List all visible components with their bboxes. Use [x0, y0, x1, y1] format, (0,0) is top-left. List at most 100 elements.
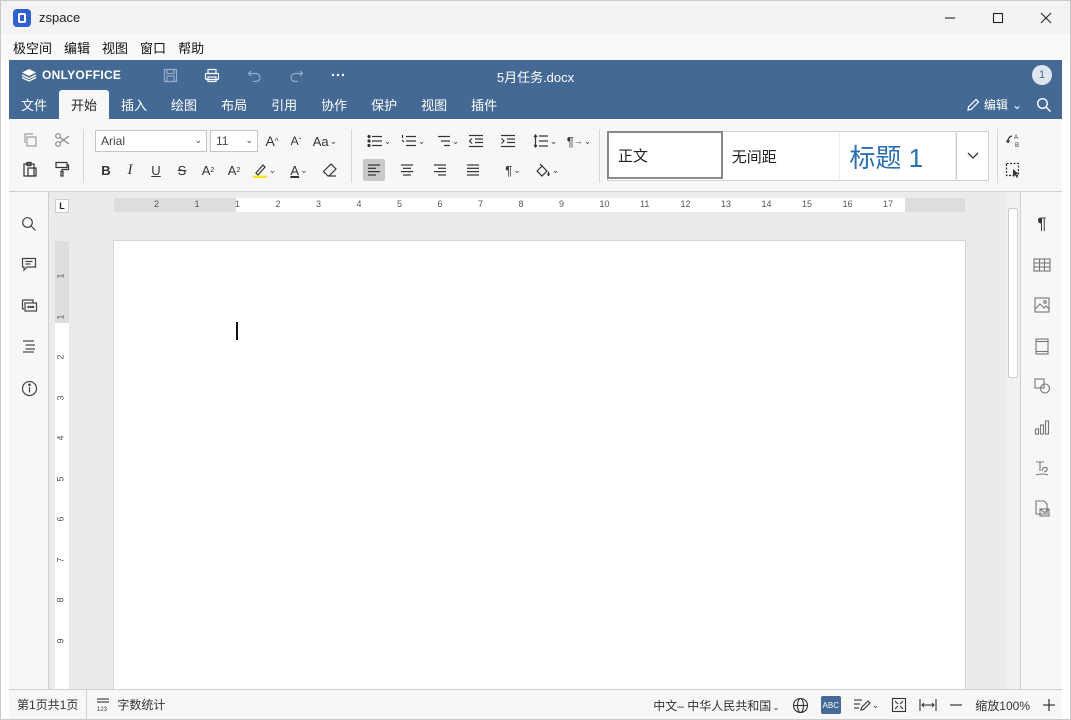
- tab-protection[interactable]: 保护: [359, 90, 409, 119]
- fit-page-icon[interactable]: [891, 697, 907, 713]
- eraser-icon[interactable]: [319, 159, 341, 181]
- print-icon[interactable]: [203, 66, 221, 84]
- tab-references[interactable]: 引用: [259, 90, 309, 119]
- chat-icon[interactable]: [19, 296, 39, 316]
- style-normal[interactable]: 正文: [607, 131, 723, 179]
- search-icon[interactable]: [1036, 97, 1052, 113]
- copy-style-icon[interactable]: AB: [1002, 130, 1024, 152]
- search-icon[interactable]: [19, 214, 39, 234]
- paragraph-settings-icon[interactable]: ¶: [1032, 214, 1052, 234]
- save-icon[interactable]: [161, 66, 179, 84]
- menu-item-help[interactable]: 帮助: [178, 38, 204, 57]
- bullet-list-button[interactable]: ⌄: [363, 130, 395, 152]
- chevron-down-icon[interactable]: [956, 132, 988, 180]
- format-painter-icon[interactable]: [51, 158, 73, 180]
- document-page[interactable]: [114, 241, 965, 689]
- vertical-ruler[interactable]: 1 1 2 3 4 5 6 7 8 9: [55, 241, 69, 689]
- menu-item-edit[interactable]: 编辑: [64, 38, 90, 57]
- font-color-button[interactable]: A ⌄: [283, 159, 315, 181]
- minimize-button[interactable]: [926, 1, 974, 34]
- menu-item-window[interactable]: 窗口: [140, 38, 166, 57]
- decrease-font-button[interactable]: Aˇ: [285, 130, 307, 152]
- copy-icon[interactable]: [19, 129, 41, 151]
- edit-mode-button[interactable]: 编辑 ⌄: [966, 96, 1022, 113]
- shape-settings-icon[interactable]: [1032, 376, 1052, 396]
- menu-item-view[interactable]: 视图: [102, 38, 128, 57]
- subscript-button[interactable]: A2: [223, 159, 245, 181]
- undo-icon[interactable]: [245, 66, 263, 84]
- highlight-button[interactable]: ⌄: [249, 159, 279, 181]
- font-name-value: Arial: [101, 134, 126, 148]
- mail-merge-icon[interactable]: [1032, 498, 1052, 518]
- vertical-scrollbar[interactable]: [1006, 192, 1020, 689]
- close-button[interactable]: [1022, 1, 1070, 34]
- superscript-button[interactable]: A2: [197, 159, 219, 181]
- track-changes-icon: [853, 699, 871, 711]
- align-right-icon[interactable]: [429, 159, 451, 181]
- text-art-icon[interactable]: [1032, 458, 1052, 478]
- tab-layout[interactable]: 布局: [209, 90, 259, 119]
- style-no-spacing[interactable]: 无间距: [723, 132, 841, 180]
- scissors-icon[interactable]: [51, 129, 73, 151]
- maximize-button[interactable]: [974, 1, 1022, 34]
- tab-draw[interactable]: 绘图: [159, 90, 209, 119]
- align-left-icon[interactable]: [363, 159, 385, 181]
- table-settings-icon[interactable]: [1032, 255, 1052, 275]
- zoom-in-icon[interactable]: [1042, 698, 1056, 712]
- spellcheck-icon[interactable]: ABC: [820, 696, 841, 714]
- tab-view[interactable]: 视图: [409, 90, 459, 119]
- nonprinting-characters-button[interactable]: ¶ ⌄: [497, 159, 529, 181]
- tab-file[interactable]: 文件: [9, 90, 59, 119]
- increase-indent-icon[interactable]: [497, 130, 519, 152]
- underline-button[interactable]: U: [145, 159, 167, 181]
- ruler-number: 3: [316, 199, 322, 209]
- ruler-number: 2: [154, 199, 160, 209]
- strikethrough-button[interactable]: S: [171, 159, 193, 181]
- info-icon[interactable]: [19, 378, 39, 398]
- justify-icon[interactable]: [462, 159, 484, 181]
- ruler-number: 1: [235, 199, 241, 209]
- navigation-icon[interactable]: [19, 336, 39, 356]
- decrease-indent-icon[interactable]: [465, 130, 487, 152]
- multilevel-list-button[interactable]: ⌄: [431, 130, 463, 152]
- increase-font-button[interactable]: A ^: [261, 130, 283, 152]
- editor-title-row: ONLYOFFICE 5月任务.docx 1: [9, 60, 1062, 90]
- comments-icon[interactable]: [19, 254, 39, 274]
- numbered-list-button[interactable]: ⌄: [397, 130, 429, 152]
- select-all-icon[interactable]: [1002, 159, 1024, 181]
- chart-settings-icon[interactable]: [1032, 417, 1052, 437]
- align-center-icon[interactable]: [396, 159, 418, 181]
- language-select[interactable]: 中文– 中华人民共和国⌄: [653, 697, 780, 714]
- tab-collaboration[interactable]: 协作: [309, 90, 359, 119]
- page-indicator[interactable]: 第1页共1页: [9, 689, 88, 719]
- horizontal-ruler[interactable]: 2 1 1 2 3 4 5 6 7 8 9 10 11 12 13 14 15 16 17: [114, 198, 965, 212]
- zoom-out-icon[interactable]: [949, 698, 963, 712]
- redo-icon[interactable]: [287, 66, 305, 84]
- header-footer-icon[interactable]: [1032, 336, 1052, 356]
- line-spacing-button[interactable]: ⌄: [529, 130, 561, 152]
- bold-button[interactable]: B: [95, 159, 117, 181]
- font-name-select[interactable]: Arial ⌄: [95, 130, 207, 152]
- image-settings-icon[interactable]: [1032, 295, 1052, 315]
- more-icon[interactable]: [329, 66, 347, 84]
- italic-button[interactable]: I: [119, 159, 141, 181]
- title-bar: zspace: [1, 1, 1070, 34]
- style-heading-1[interactable]: 标题 1: [840, 132, 957, 180]
- track-changes-button[interactable]: ⌄: [853, 697, 879, 713]
- globe-icon[interactable]: [792, 697, 809, 714]
- ruler-number: 3: [55, 394, 66, 401]
- fit-width-icon[interactable]: [919, 698, 937, 712]
- scrollbar-thumb[interactable]: [1008, 208, 1018, 378]
- tab-insert[interactable]: 插入: [109, 90, 159, 119]
- change-case-button[interactable]: Aa ⌄: [309, 130, 341, 152]
- word-count-button[interactable]: 123 字数统计: [87, 690, 173, 720]
- paste-icon[interactable]: [19, 158, 41, 180]
- menu-item-zspace[interactable]: 极空间: [13, 38, 52, 57]
- user-count-badge[interactable]: 1: [1032, 65, 1052, 85]
- paragraph-direction-button[interactable]: ¶ → ⌄: [563, 130, 595, 152]
- shading-button[interactable]: ⌄: [531, 159, 563, 181]
- tab-stop-selector[interactable]: L: [55, 199, 69, 213]
- font-size-select[interactable]: 11 ⌄: [210, 130, 258, 152]
- tab-home[interactable]: 开始: [59, 90, 110, 119]
- tab-plugins[interactable]: 插件: [459, 90, 509, 119]
